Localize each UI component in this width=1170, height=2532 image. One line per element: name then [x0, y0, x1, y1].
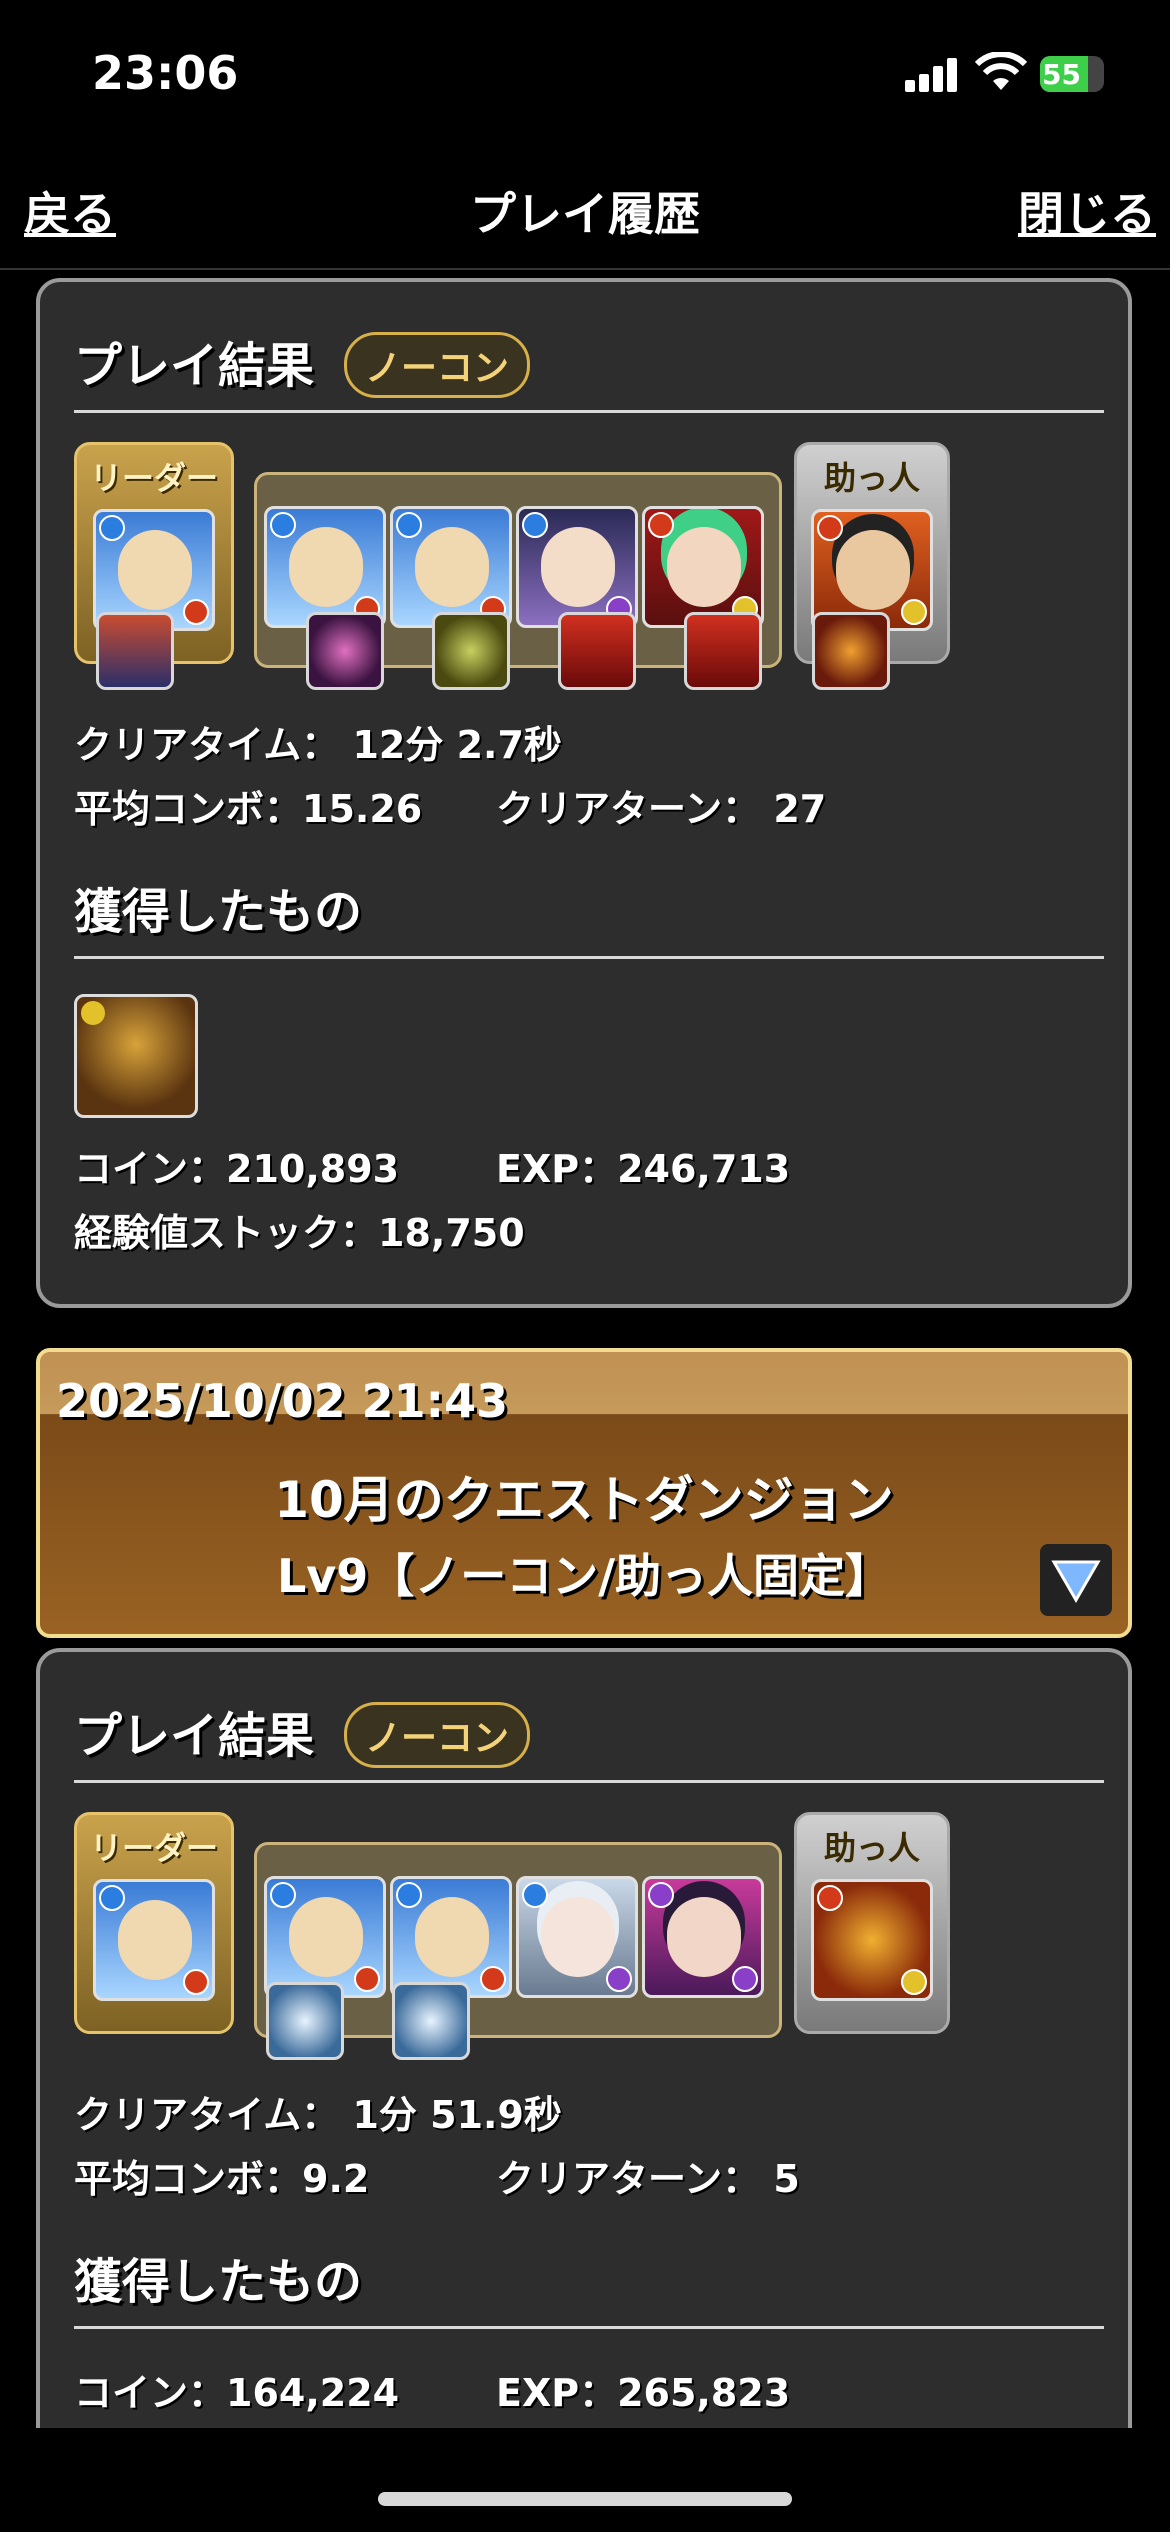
result-title: プレイ結果	[74, 338, 315, 394]
team-monster[interactable]	[390, 1876, 512, 1998]
average-combo: 平均コンボ：9.2	[74, 2157, 370, 2201]
coin-value: コイン：164,224	[74, 2371, 400, 2415]
team-monster[interactable]	[642, 1876, 764, 1998]
helper-label: 助っ人	[823, 1829, 920, 1867]
exp-value: EXP：246,713	[496, 1147, 791, 1191]
status-bar: 23:06 55	[0, 0, 1170, 150]
team-assist[interactable]	[432, 612, 510, 690]
status-badge: ノーコン	[344, 332, 531, 398]
team-assist[interactable]	[266, 1982, 344, 2060]
nav-divider	[0, 268, 1170, 270]
dungeon-header[interactable]: 2025/10/02 21:43 10月のクエストダンジョン Lv9【ノーコン/…	[36, 1348, 1132, 1638]
play-result-card: プレイ結果 ノーコン リーダー 助っ人 クリアタイム： 12分 2.7秒 平均コ…	[36, 278, 1132, 1308]
status-badge: ノーコン	[344, 1702, 531, 1768]
dungeon-name: 10月のクエストダンジョン	[274, 1471, 894, 1529]
clear-turn: クリアターン： 5	[496, 2157, 800, 2201]
battery-level: 55	[1042, 58, 1081, 91]
history-list[interactable]: プレイ結果 ノーコン リーダー 助っ人 クリアタイム： 12分 2.7秒 平均コ…	[0, 272, 1170, 2428]
team-monster[interactable]	[264, 1876, 386, 1998]
close-button[interactable]: 閉じる	[1018, 178, 1156, 244]
leader-label: リーダー	[89, 1829, 218, 1867]
leader-label: リーダー	[89, 459, 218, 497]
obtained-title: 獲得したもの	[74, 2254, 363, 2310]
team-monster[interactable]	[516, 1876, 638, 1998]
expand-button[interactable]	[1040, 1544, 1112, 1616]
home-indicator[interactable]	[378, 2492, 792, 2506]
leader-assist[interactable]	[96, 612, 174, 690]
result-title: プレイ結果	[74, 1708, 315, 1764]
team-monster[interactable]	[264, 506, 386, 628]
nav-bar: 戻る プレイ履歴 閉じる	[0, 160, 1170, 270]
exp-value: EXP：265,823	[496, 2371, 791, 2415]
dungeon-date: 2025/10/02 21:43	[56, 1374, 509, 1428]
obtained-item[interactable]	[74, 994, 198, 1118]
leader-monster[interactable]	[93, 1879, 215, 2001]
wifi-icon	[975, 52, 1027, 90]
team-assist[interactable]	[684, 612, 762, 690]
clear-time: クリアタイム： 12分 2.7秒	[74, 723, 562, 767]
team-assist[interactable]	[392, 1982, 470, 2060]
cellular-signal-icon	[905, 58, 957, 92]
divider	[74, 2326, 1104, 2329]
play-result-card: プレイ結果 ノーコン リーダー 助っ人 クリアタイム： 1分 51.9秒 平均コ…	[36, 1648, 1132, 2428]
clear-time: クリアタイム： 1分 51.9秒	[74, 2093, 562, 2137]
coin-value: コイン：210,893	[74, 1147, 400, 1191]
helper-label: 助っ人	[823, 459, 920, 497]
team-assist[interactable]	[306, 612, 384, 690]
helper-monster[interactable]	[811, 1879, 933, 2001]
divider	[74, 410, 1104, 413]
status-time: 23:06	[92, 46, 239, 100]
triangle-down-icon	[1051, 1560, 1101, 1603]
page-title: プレイ履歴	[470, 187, 700, 241]
dungeon-floor: Lv9【ノーコン/助っ人固定】	[276, 1549, 892, 1603]
team-monster[interactable]	[642, 506, 764, 628]
team-monster[interactable]	[390, 506, 512, 628]
helper-slot[interactable]: 助っ人	[794, 1812, 950, 2034]
exp-stock-value: 経験値ストック：18,750	[74, 1211, 525, 1255]
team-monster[interactable]	[516, 506, 638, 628]
average-combo: 平均コンボ：15.26	[74, 787, 423, 831]
team-assist[interactable]	[558, 612, 636, 690]
obtained-title: 獲得したもの	[74, 884, 363, 940]
helper-assist[interactable]	[812, 612, 890, 690]
leader-slot[interactable]: リーダー	[74, 1812, 234, 2034]
divider	[74, 956, 1104, 959]
battery-icon: 55	[1040, 56, 1104, 92]
divider	[74, 1780, 1104, 1783]
clear-turn: クリアターン： 27	[496, 787, 827, 831]
